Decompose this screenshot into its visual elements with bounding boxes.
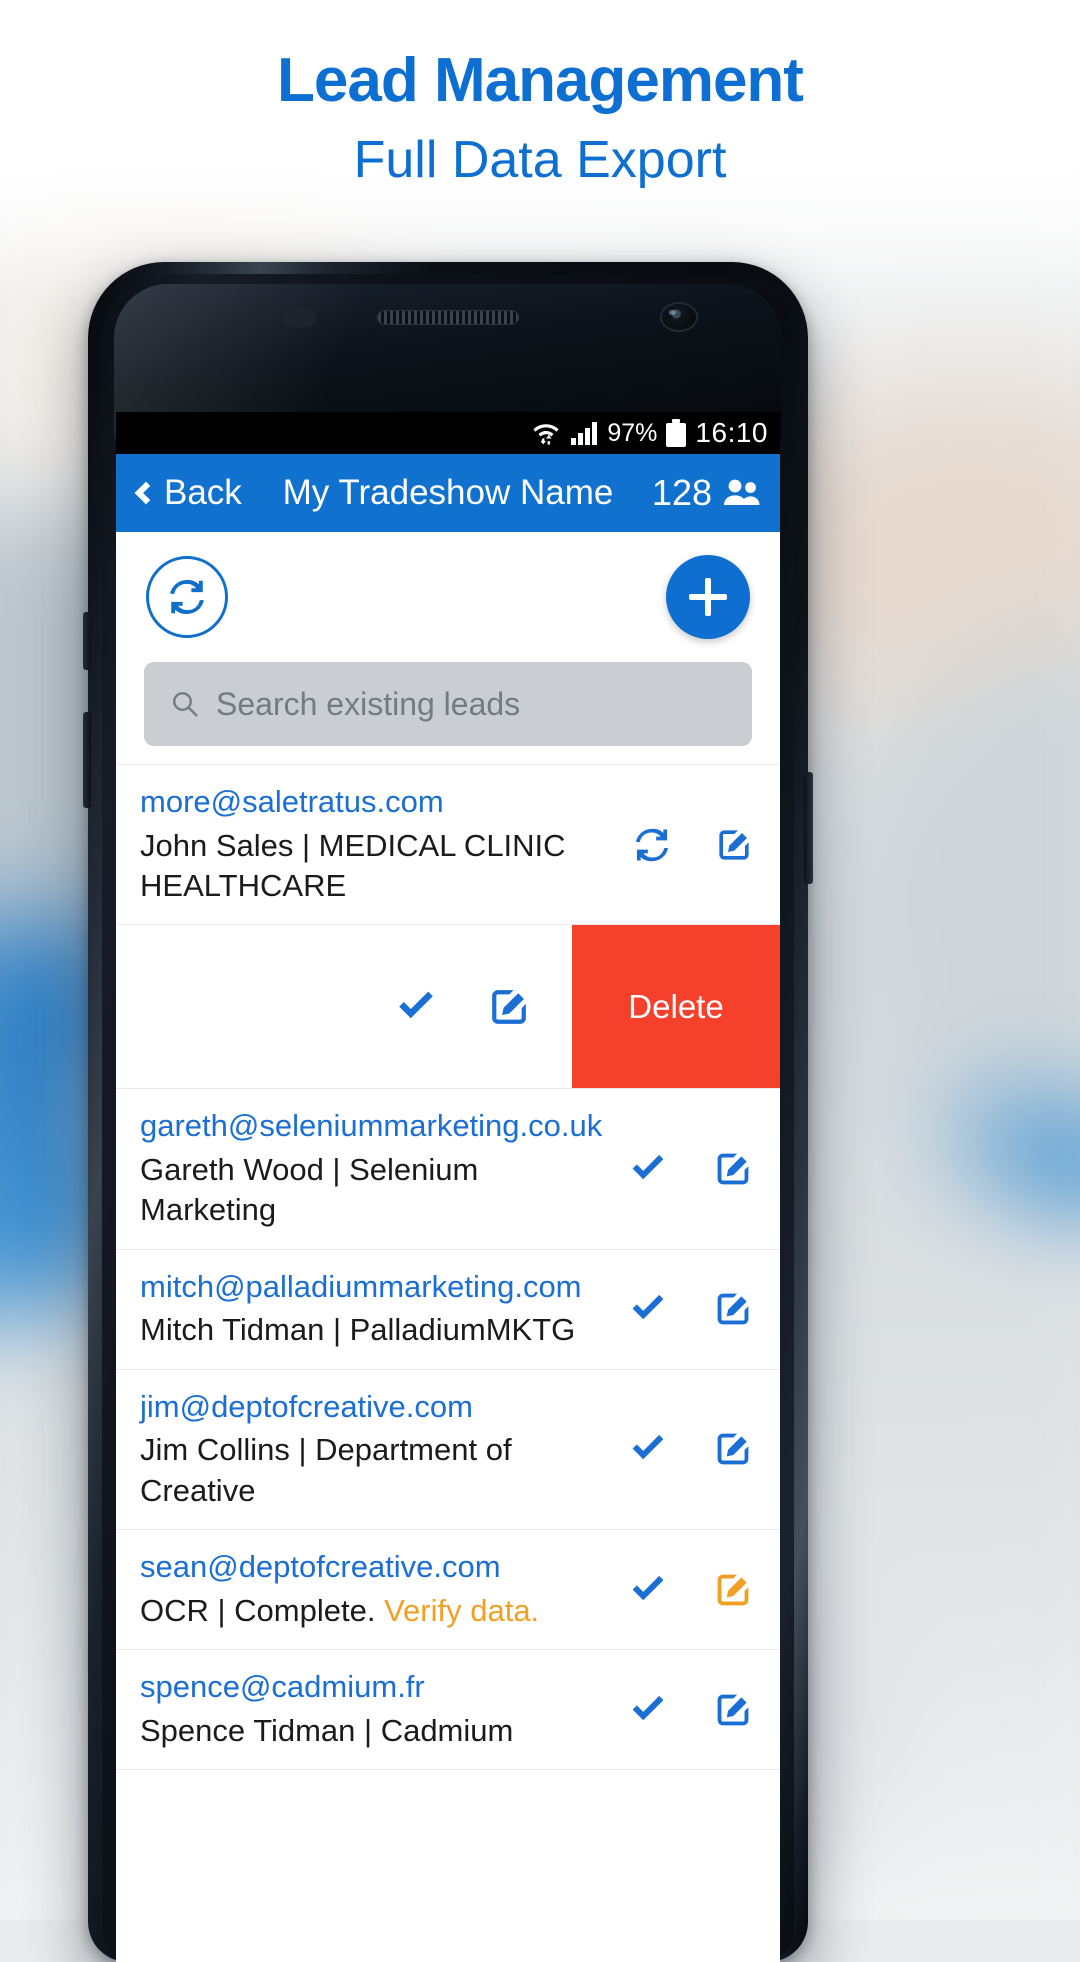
lead-email: mitch@palladiummarketing.com (140, 1268, 582, 1304)
battery-percent-label: 97% (607, 418, 658, 447)
volume-up-button[interactable] (83, 612, 91, 670)
search-input[interactable]: Search existing leads (144, 662, 752, 746)
delete-button[interactable]: Delete (572, 925, 780, 1089)
search-icon (170, 689, 200, 719)
edit-pencil-icon[interactable] (486, 984, 532, 1030)
sync-icon (166, 576, 208, 618)
app-bar: Back My Tradeshow Name 128 (116, 454, 780, 532)
lead-name: Mitch Tidman | PalladiumMKTG (140, 1312, 576, 1348)
search-placeholder: Search existing leads (216, 685, 521, 722)
light-sensor (324, 312, 342, 326)
swipe-spacer (116, 925, 392, 1088)
check-icon[interactable] (626, 1287, 670, 1331)
sync-all-button[interactable] (146, 556, 228, 638)
edit-pencil-icon[interactable] (712, 1689, 754, 1731)
lead-email: gareth@seleniummarketing.co.uk (140, 1108, 603, 1144)
clock-label: 16:10 (695, 417, 768, 448)
people-icon (722, 478, 762, 508)
proximity-sensor (282, 308, 316, 328)
lead-name: OCR | Complete. Verify data. (140, 1591, 612, 1631)
lead-count-label: 128 (651, 472, 712, 513)
row-actions (618, 825, 754, 865)
signal-bars-icon (570, 421, 598, 445)
lead-status-text: OCR | Complete. (140, 1592, 385, 1628)
volume-down-button[interactable] (83, 712, 91, 808)
check-icon[interactable] (626, 1427, 670, 1471)
power-button[interactable] (804, 772, 813, 884)
row-actions (612, 1427, 754, 1471)
lead-texts: sean@deptofcreative.com OCR | Complete. … (140, 1548, 612, 1631)
check-icon[interactable] (626, 1568, 670, 1612)
chevron-left-icon (134, 481, 158, 505)
swipe-actions (392, 925, 572, 1088)
table-row[interactable]: gareth@seleniummarketing.co.uk Gareth Wo… (116, 1088, 780, 1248)
check-icon[interactable] (626, 1688, 670, 1732)
lead-texts: jim@deptofcreative.com Jim Collins | Dep… (140, 1388, 612, 1511)
lead-texts: more@saletratus.com John Sales | MEDICAL… (140, 783, 618, 906)
lead-email: jim@deptofcreative.com (140, 1388, 473, 1424)
row-actions (612, 1147, 754, 1191)
earpiece-speaker (377, 310, 519, 325)
check-icon[interactable] (626, 1147, 670, 1191)
lead-name: Spence Tidman | Cadmium (140, 1712, 514, 1748)
search-container: Search existing leads (116, 662, 780, 764)
lead-texts: mitch@palladiummarketing.com Mitch Tidma… (140, 1268, 612, 1351)
phone-mockup: 97% 16:10 Back My Tradeshow Name 128 Sea… (83, 262, 813, 1962)
lead-name: Jim Collins | Department of Creative (140, 1432, 512, 1508)
table-row[interactable]: sean@deptofcreative.com OCR | Complete. … (116, 1529, 780, 1649)
lead-email: more@saletratus.com (140, 784, 444, 819)
battery-icon (666, 419, 687, 447)
edit-pencil-icon[interactable] (712, 1288, 754, 1330)
front-camera (662, 304, 696, 330)
lead-name: Gareth Wood | Selenium Marketing (140, 1152, 479, 1228)
lead-email: sean@deptofcreative.com (140, 1549, 501, 1585)
lead-texts: gareth@seleniummarketing.co.uk Gareth Wo… (140, 1107, 612, 1230)
sync-icon[interactable] (632, 825, 672, 865)
row-actions (612, 1688, 754, 1732)
table-row[interactable]: mitch@palladiummarketing.com Mitch Tidma… (116, 1248, 780, 1369)
edit-pencil-icon[interactable] (712, 1428, 754, 1470)
lead-count-group[interactable]: 128 (652, 472, 762, 514)
phone-screen: 97% 16:10 Back My Tradeshow Name 128 Sea… (116, 412, 780, 1962)
status-bar: 97% 16:10 (116, 412, 780, 454)
table-row[interactable]: spence@cadmium.fr Spence Tidman | Cadmiu… (116, 1649, 780, 1769)
row-actions (612, 1287, 754, 1331)
list-bottom-divider (116, 1769, 780, 1771)
edit-pencil-icon[interactable] (714, 825, 754, 865)
back-button-label: Back (164, 473, 242, 512)
promo-title: Lead Management (277, 46, 804, 115)
lead-email: spence@cadmium.fr (140, 1669, 425, 1705)
lead-name: John Sales | MEDICAL CLINIC HEALTHCARE (140, 827, 566, 904)
wifi-icon (531, 420, 561, 446)
phone-body: 97% 16:10 Back My Tradeshow Name 128 Sea… (83, 262, 813, 1962)
check-icon[interactable] (392, 983, 440, 1031)
list-toolbar (116, 532, 780, 662)
promo-subtitle: Full Data Export (353, 131, 727, 189)
edit-pencil-icon[interactable] (712, 1148, 754, 1190)
row-actions (612, 1568, 754, 1612)
promo-headline: Lead Management Full Data Export (0, 0, 1080, 189)
table-row[interactable]: jim@deptofcreative.com Jim Collins | Dep… (116, 1368, 780, 1529)
back-button[interactable]: Back (134, 473, 242, 513)
lead-list: more@saletratus.com John Sales | MEDICAL… (116, 764, 780, 1771)
lead-texts: spence@cadmium.fr Spence Tidman | Cadmiu… (140, 1668, 612, 1751)
edit-pencil-icon[interactable] (712, 1569, 754, 1611)
swipe-action-row: Delete (116, 924, 780, 1089)
table-row[interactable]: more@saletratus.com John Sales | MEDICAL… (116, 764, 780, 924)
add-lead-button[interactable] (666, 555, 750, 639)
verify-warning-text: Verify data. (384, 1592, 540, 1628)
